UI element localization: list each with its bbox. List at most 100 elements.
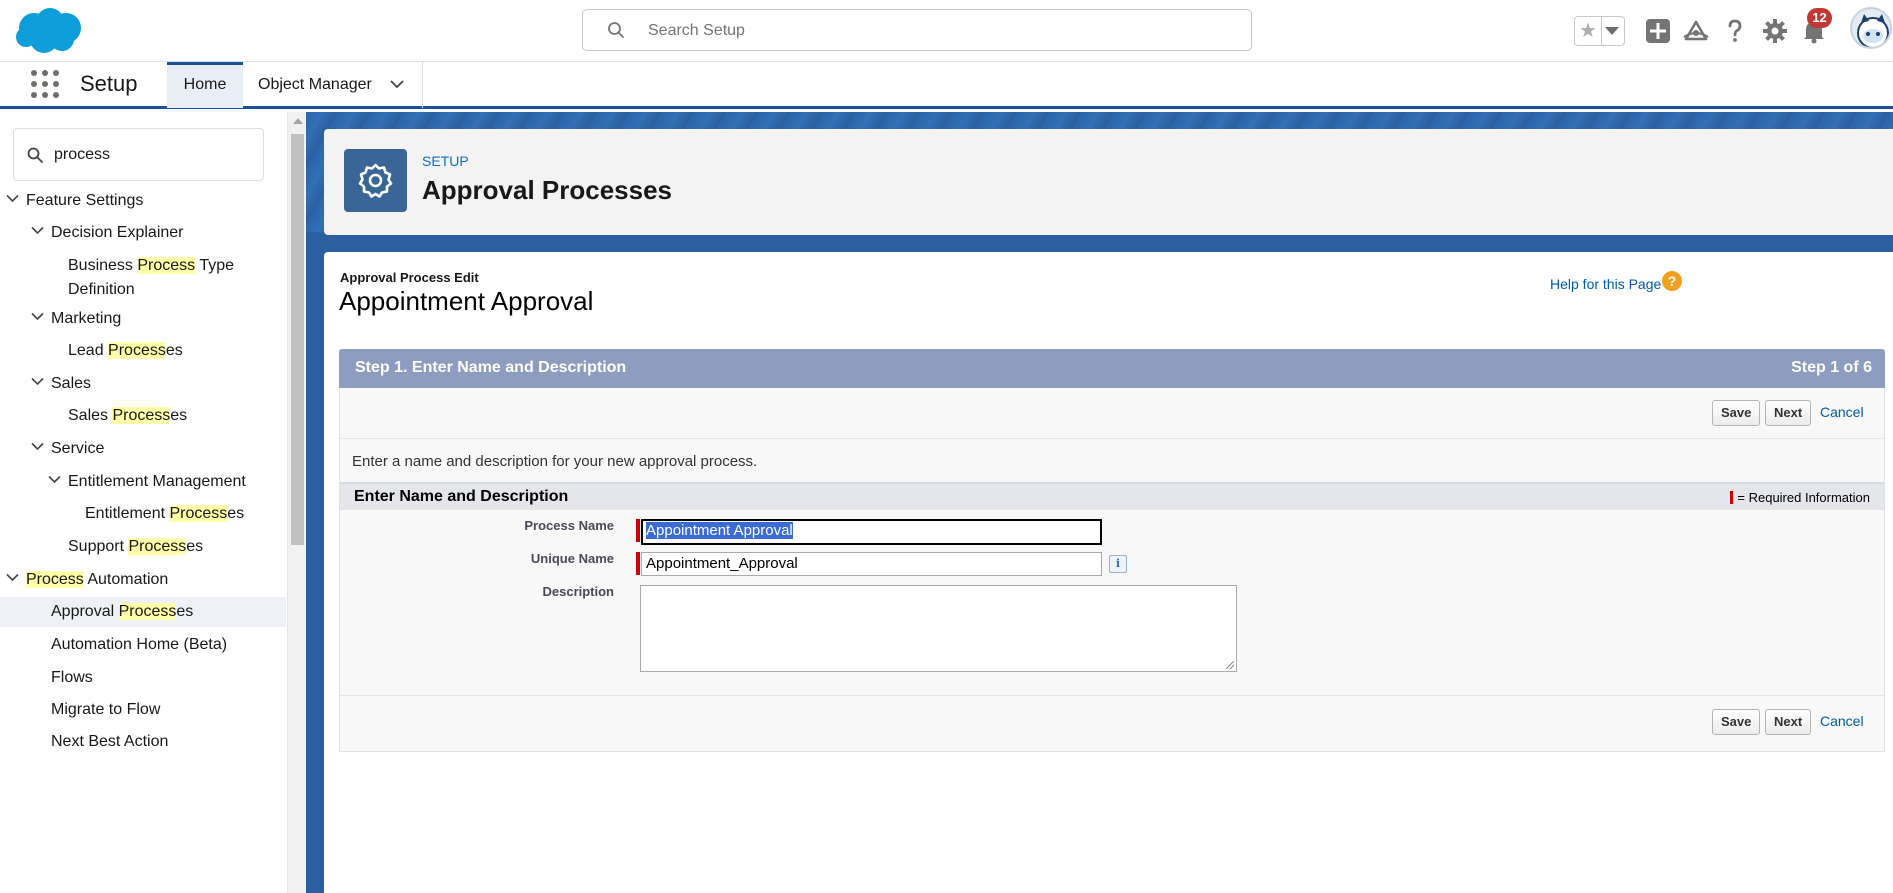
label-text: Next Best Action bbox=[51, 733, 169, 750]
app-launcher-icon[interactable] bbox=[31, 70, 59, 98]
resize-handle-icon[interactable] bbox=[1226, 661, 1234, 669]
unique-name-value: Appointment_Approval bbox=[646, 555, 798, 572]
label-text: Migrate to Flow bbox=[51, 701, 161, 718]
label-text: Type bbox=[195, 257, 235, 274]
salesforce-logo[interactable] bbox=[14, 6, 86, 56]
gear-icon[interactable] bbox=[1762, 18, 1788, 44]
search-match-highlight: Process bbox=[108, 342, 166, 359]
chevron-down-icon[interactable] bbox=[31, 226, 44, 235]
save-button[interactable]: Save bbox=[1712, 400, 1761, 426]
next-button[interactable]: Next bbox=[1765, 400, 1812, 426]
label-text: es bbox=[176, 603, 194, 620]
required-legend: = Required Information bbox=[1730, 490, 1870, 505]
add-icon[interactable] bbox=[1645, 18, 1671, 44]
search-match-highlight: Process bbox=[169, 505, 228, 522]
favorites-star-icon[interactable]: ★ bbox=[1575, 17, 1602, 45]
label-text: Entitlement Management bbox=[68, 473, 246, 490]
setup-sidebar: process Feature Settings Decision Explain… bbox=[0, 112, 290, 893]
process-name-value: Appointment Approval bbox=[646, 522, 793, 539]
sidebar-item-label: Sales Processes bbox=[68, 404, 187, 428]
process-name-field[interactable]: Appointment Approval bbox=[641, 519, 1102, 545]
sidebar-item-label: Business Process Type Definition bbox=[68, 254, 234, 302]
quick-find-input[interactable]: process bbox=[13, 128, 264, 181]
sidebar-item-label: Migrate to Flow bbox=[51, 698, 160, 722]
sidebar-item-label: Next Best Action bbox=[51, 730, 168, 754]
app-nav-bar: Setup Home Object Manager bbox=[0, 62, 1893, 109]
step-body: Save Next Cancel Enter a name and descri… bbox=[339, 388, 1885, 752]
notifications-badge[interactable]: 12 bbox=[1807, 8, 1832, 28]
label-text: es bbox=[170, 407, 188, 424]
favorites-dropdown-icon[interactable] bbox=[1605, 27, 1619, 35]
info-icon[interactable]: i bbox=[1109, 555, 1127, 573]
description-textarea[interactable] bbox=[640, 585, 1237, 672]
required-indicator bbox=[636, 519, 640, 542]
section-header: Enter Name and Description = Required In… bbox=[340, 482, 1884, 510]
sidebar-item[interactable]: Entitlement Processes bbox=[0, 499, 286, 529]
sidebar-item[interactable]: Decision Explainer bbox=[0, 218, 286, 248]
avatar[interactable] bbox=[1850, 7, 1892, 49]
chevron-down-icon[interactable] bbox=[31, 312, 44, 321]
chevron-down-icon[interactable] bbox=[6, 573, 19, 582]
chevron-down-icon[interactable] bbox=[48, 475, 61, 484]
label-text: Flows bbox=[51, 669, 93, 686]
sidebar-item-label: Support Processes bbox=[68, 535, 203, 559]
chevron-down-icon[interactable] bbox=[31, 442, 44, 451]
search-placeholder: Search Setup bbox=[648, 22, 745, 39]
help-for-page-link[interactable]: Help for this Page bbox=[1550, 276, 1661, 292]
quick-find-value: process bbox=[54, 146, 111, 163]
next-button[interactable]: Next bbox=[1765, 709, 1812, 735]
sidebar-item[interactable]: Next Best Action bbox=[0, 727, 286, 757]
label-text: es bbox=[165, 342, 183, 359]
required-marker bbox=[1730, 491, 1734, 504]
sidebar-item[interactable]: Sales Processes bbox=[0, 401, 286, 431]
sidebar-item[interactable]: Sales bbox=[0, 369, 286, 399]
sidebar-item-label: Entitlement Processes bbox=[85, 502, 244, 526]
cancel-link[interactable]: Cancel bbox=[1820, 404, 1864, 420]
global-search-input[interactable]: Search Setup bbox=[582, 9, 1252, 51]
sidebar-scrollbar[interactable] bbox=[287, 112, 306, 893]
scrollbar-thumb[interactable] bbox=[291, 134, 304, 545]
top-button-row: Save Next Cancel bbox=[1712, 400, 1872, 426]
step-counter: Step 1 of 6 bbox=[1791, 359, 1872, 376]
sidebar-item[interactable]: Feature Settings bbox=[0, 186, 286, 216]
page-title: Approval Processes bbox=[422, 175, 673, 205]
sidebar-item[interactable]: Flows bbox=[0, 663, 286, 693]
trailhead-icon[interactable] bbox=[1683, 18, 1709, 44]
global-header: Search Setup ★ 12 bbox=[0, 0, 1893, 62]
approval-process-edit-panel: Approval Process Edit Appointment Approv… bbox=[324, 252, 1893, 893]
save-button[interactable]: Save bbox=[1712, 709, 1761, 735]
sidebar-item-label: Decision Explainer bbox=[51, 221, 184, 245]
chevron-down-icon[interactable] bbox=[31, 377, 44, 386]
tab-home[interactable]: Home bbox=[167, 62, 243, 108]
app-name: Setup bbox=[80, 71, 138, 96]
sidebar-item[interactable]: Migrate to Flow bbox=[0, 695, 286, 725]
sidebar-item-label: Sales bbox=[51, 372, 91, 396]
chevron-down-icon[interactable] bbox=[6, 194, 19, 203]
sidebar-item-label: Approval Processes bbox=[51, 600, 193, 624]
help-icon[interactable] bbox=[1722, 18, 1748, 44]
sidebar-item-label: Lead Processes bbox=[68, 339, 183, 363]
label-text: Support bbox=[68, 538, 129, 555]
tab-object-manager[interactable]: Object Manager bbox=[244, 62, 423, 108]
scroll-up-icon[interactable] bbox=[293, 118, 303, 124]
sidebar-item[interactable]: Entitlement Management bbox=[0, 467, 286, 497]
sidebar-item[interactable]: Marketing bbox=[0, 304, 286, 334]
label-text: Marketing bbox=[51, 310, 122, 327]
sidebar-item[interactable]: Approval Processes bbox=[0, 597, 286, 627]
sidebar-item[interactable]: Support Processes bbox=[0, 532, 286, 562]
unique-name-field[interactable]: Appointment_Approval bbox=[641, 552, 1102, 576]
sidebar-item[interactable]: Lead Processes bbox=[0, 336, 286, 366]
help-icon[interactable]: ? bbox=[1662, 271, 1682, 291]
sidebar-item[interactable]: Process Automation bbox=[0, 565, 286, 595]
chevron-down-icon[interactable] bbox=[390, 79, 404, 89]
required-legend-text: = Required Information bbox=[1737, 490, 1870, 505]
label-text: Automation bbox=[83, 571, 169, 588]
sidebar-item[interactable]: Service bbox=[0, 434, 286, 464]
sidebar-item-label: Marketing bbox=[51, 307, 121, 331]
sidebar-item[interactable]: Automation Home (Beta) bbox=[0, 630, 286, 660]
sidebar-item[interactable]: Business Process Type Definition bbox=[0, 251, 286, 301]
favorites-button[interactable]: ★ bbox=[1574, 16, 1625, 46]
cancel-link[interactable]: Cancel bbox=[1820, 713, 1864, 729]
step-header: Step 1. Enter Name and Description Step … bbox=[339, 349, 1885, 388]
sidebar-item-label: Entitlement Management bbox=[68, 470, 246, 494]
